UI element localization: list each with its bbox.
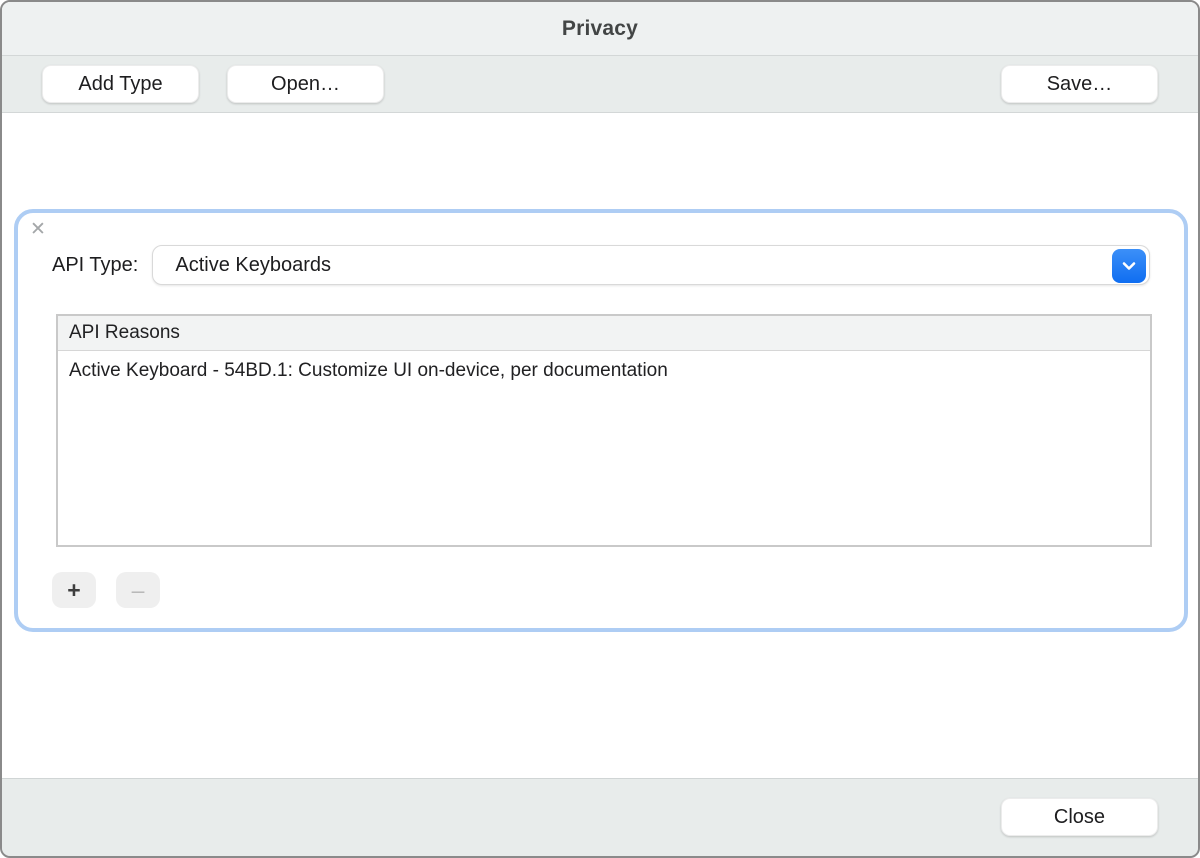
title-bar: Privacy xyxy=(2,2,1198,56)
chevron-down-icon[interactable] xyxy=(1112,249,1146,283)
api-type-card: ✕ API Type: Active Keyboards API Reasons xyxy=(14,209,1188,632)
open-button[interactable]: Open… xyxy=(227,65,384,103)
add-type-button[interactable]: Add Type xyxy=(42,65,199,103)
toolbar: Add Type Open… Save… xyxy=(2,56,1198,113)
api-type-dropdown[interactable]: Active Keyboards xyxy=(152,245,1150,285)
content-area: ✕ API Type: Active Keyboards API Reasons xyxy=(2,113,1198,778)
plus-icon: + xyxy=(67,577,80,604)
window-title: Privacy xyxy=(562,17,638,41)
close-icon[interactable]: ✕ xyxy=(30,217,46,243)
api-reasons-table: API Reasons Active Keyboard - 54BD.1: Cu… xyxy=(56,314,1152,547)
privacy-window: Privacy Add Type Open… Save… ✕ API Type:… xyxy=(0,0,1200,858)
save-button[interactable]: Save… xyxy=(1001,65,1158,103)
api-type-row: API Type: Active Keyboards xyxy=(52,245,1150,285)
api-type-label: API Type: xyxy=(52,254,138,277)
api-reasons-header-label: API Reasons xyxy=(58,322,180,344)
close-button[interactable]: Close xyxy=(1001,798,1158,836)
footer-bar: Close xyxy=(2,778,1198,856)
table-row[interactable]: Active Keyboard - 54BD.1: Customize UI o… xyxy=(58,351,1150,391)
add-reason-button[interactable]: + xyxy=(52,572,96,608)
minus-icon: – xyxy=(132,577,145,604)
remove-reason-button[interactable]: – xyxy=(116,572,160,608)
api-type-selected-value: Active Keyboards xyxy=(153,254,331,277)
api-reason-cell: Active Keyboard - 54BD.1: Customize UI o… xyxy=(58,360,668,382)
api-reasons-header: API Reasons xyxy=(58,316,1150,351)
